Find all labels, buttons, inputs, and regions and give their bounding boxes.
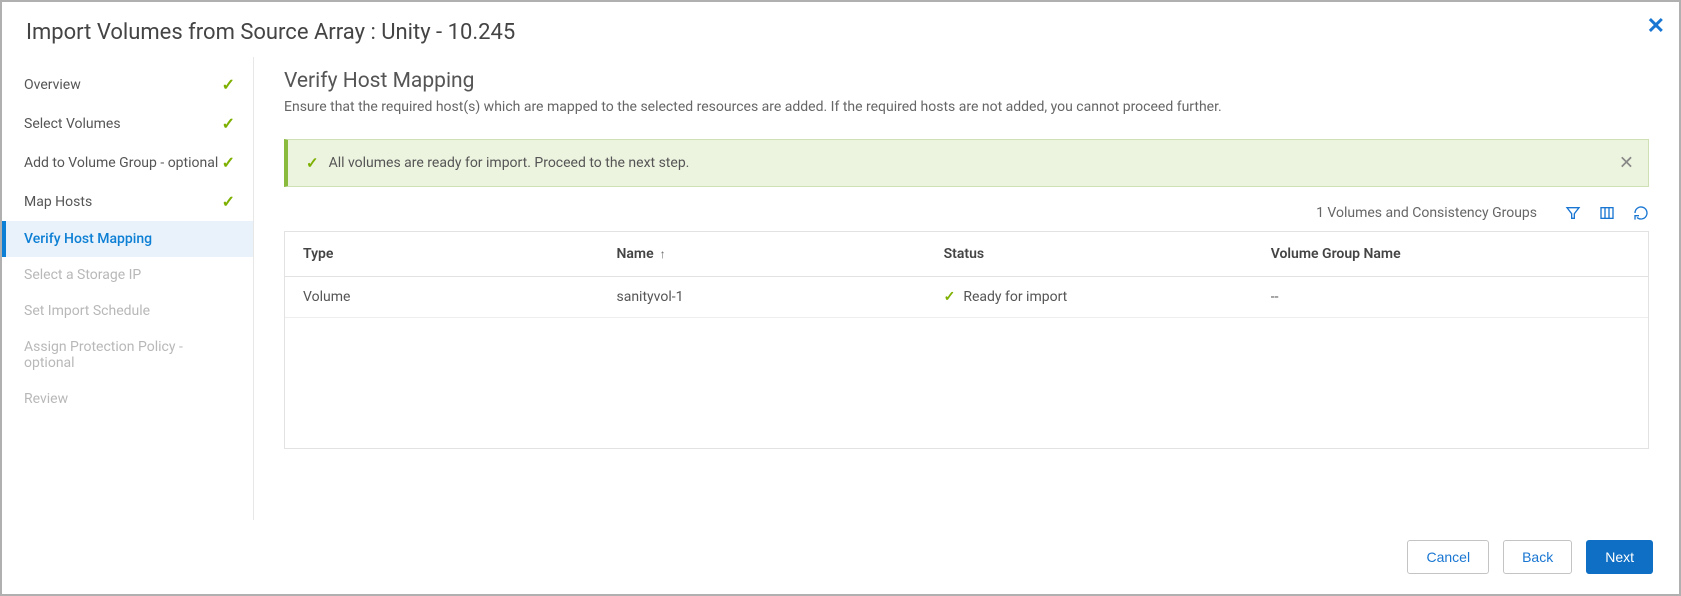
sidebar-item-label: Set Import Schedule (24, 303, 150, 319)
table-toolbar: 1 Volumes and Consistency Groups (284, 201, 1649, 231)
alert-text: All volumes are ready for import. Procee… (329, 155, 690, 171)
columns-icon[interactable] (1599, 205, 1615, 221)
column-header-label: Status (944, 246, 984, 262)
checkmark-icon: ✓ (222, 114, 235, 133)
checkmark-icon: ✓ (306, 154, 319, 172)
sidebar-item-review: Review (2, 381, 253, 417)
back-button[interactable]: Back (1503, 540, 1572, 574)
sidebar-item-label: Assign Protection Policy - optional (24, 339, 235, 371)
sidebar-item-select-volumes[interactable]: Select Volumes ✓ (2, 104, 253, 143)
modal-footer: Cancel Back Next (2, 520, 1679, 594)
cell-status: ✓ Ready for import (926, 277, 1253, 317)
page-title: Verify Host Mapping (284, 69, 1649, 93)
checkmark-icon: ✓ (222, 75, 235, 94)
volumes-table: Type Name ↑ Status Volume Group Name (284, 231, 1649, 449)
count-label: 1 Volumes and Consistency Groups (1316, 205, 1537, 221)
sidebar-item-map-hosts[interactable]: Map Hosts ✓ (2, 182, 253, 221)
table-row[interactable]: Volume sanityvol-1 ✓ Ready for import -- (285, 277, 1648, 318)
sidebar-item-add-to-volume-group[interactable]: Add to Volume Group - optional ✓ (2, 143, 253, 182)
cell-type: Volume (285, 277, 598, 317)
sidebar-item-label: Verify Host Mapping (24, 231, 152, 247)
column-header-label: Name (616, 246, 653, 262)
page-subtitle: Ensure that the required host(s) which a… (284, 99, 1649, 115)
sidebar-item-label: Select Volumes (24, 116, 121, 132)
modal-body: Overview ✓ Select Volumes ✓ Add to Volum… (2, 57, 1679, 520)
cell-name: sanityvol-1 (598, 277, 925, 317)
modal-title: Import Volumes from Source Array : Unity… (26, 20, 1655, 45)
refresh-icon[interactable] (1633, 205, 1649, 221)
sort-ascending-icon: ↑ (660, 247, 666, 261)
wizard-sidebar: Overview ✓ Select Volumes ✓ Add to Volum… (2, 57, 254, 520)
checkmark-icon: ✓ (222, 153, 235, 172)
sidebar-item-verify-host-mapping[interactable]: Verify Host Mapping (2, 221, 253, 257)
next-button[interactable]: Next (1586, 540, 1653, 574)
main-content: Verify Host Mapping Ensure that the requ… (254, 57, 1679, 520)
sidebar-item-select-storage-ip: Select a Storage IP (2, 257, 253, 293)
status-text: Ready for import (963, 289, 1067, 305)
checkmark-icon: ✓ (944, 289, 956, 305)
sidebar-item-assign-protection-policy: Assign Protection Policy - optional (2, 329, 253, 381)
column-header-label: Volume Group Name (1271, 246, 1401, 262)
checkmark-icon: ✓ (222, 192, 235, 211)
column-header-status[interactable]: Status (926, 232, 1253, 276)
sidebar-item-label: Review (24, 391, 68, 407)
column-header-volume-group-name[interactable]: Volume Group Name (1253, 232, 1648, 276)
column-header-type[interactable]: Type (285, 232, 598, 276)
close-icon[interactable]: ✕ (1647, 14, 1665, 39)
cell-volume-group-name: -- (1253, 277, 1648, 317)
table-body: Volume sanityvol-1 ✓ Ready for import -- (285, 277, 1648, 448)
table-empty-space (285, 318, 1648, 448)
sidebar-item-label: Overview (24, 77, 81, 93)
column-header-name[interactable]: Name ↑ (598, 232, 925, 276)
sidebar-item-label: Select a Storage IP (24, 267, 141, 283)
import-volumes-wizard: Import Volumes from Source Array : Unity… (0, 0, 1681, 596)
modal-header: Import Volumes from Source Array : Unity… (2, 2, 1679, 57)
filter-icon[interactable] (1565, 205, 1581, 221)
sidebar-item-set-import-schedule: Set Import Schedule (2, 293, 253, 329)
sidebar-item-label: Map Hosts (24, 194, 92, 210)
sidebar-item-label: Add to Volume Group - optional (24, 155, 218, 171)
column-header-label: Type (303, 246, 333, 262)
cancel-button[interactable]: Cancel (1407, 540, 1489, 574)
success-alert: ✓ All volumes are ready for import. Proc… (284, 139, 1649, 187)
close-icon[interactable]: ✕ (1619, 153, 1634, 174)
table-header: Type Name ↑ Status Volume Group Name (285, 232, 1648, 277)
sidebar-item-overview[interactable]: Overview ✓ (2, 65, 253, 104)
